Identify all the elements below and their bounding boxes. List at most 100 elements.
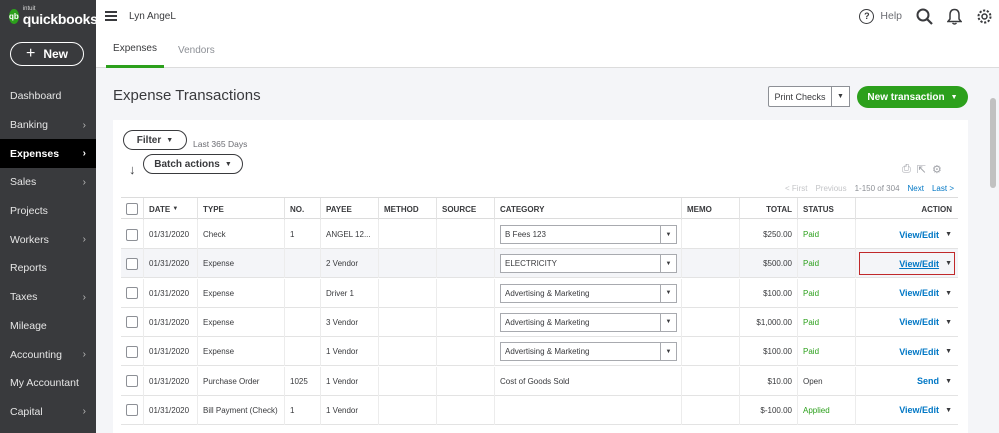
tab-expenses[interactable]: Expenses bbox=[106, 32, 164, 68]
page-scrollbar[interactable] bbox=[988, 68, 999, 433]
sidebar-item-projects[interactable]: Projects bbox=[0, 197, 96, 226]
cell-source bbox=[437, 220, 495, 249]
caret-down-icon[interactable]: ▼ bbox=[945, 290, 952, 297]
caret-down-icon[interactable]: ▼ bbox=[945, 378, 952, 385]
category-select[interactable]: Advertising & Marketing ▼ bbox=[500, 312, 677, 332]
caret-down-icon: ▼ bbox=[837, 93, 844, 100]
row-action-link[interactable]: View/Edit bbox=[899, 405, 939, 415]
caret-down-icon: ▼ bbox=[224, 160, 232, 168]
sidebar-item-capital[interactable]: Capital › bbox=[0, 398, 96, 427]
row-action-link[interactable]: View/Edit bbox=[899, 317, 939, 327]
sidebar-item-sales[interactable]: Sales › bbox=[0, 168, 96, 197]
cell-no bbox=[285, 278, 321, 308]
cell-memo bbox=[682, 278, 740, 308]
row-checkbox[interactable] bbox=[126, 287, 138, 300]
cell-total: $-100.00 bbox=[740, 395, 798, 425]
new-button[interactable]: + New bbox=[10, 42, 84, 66]
caret-down-icon[interactable]: ▼ bbox=[945, 260, 952, 267]
table-row[interactable]: 01/31/2020 Expense 1 Vendor Advertising & M… bbox=[121, 337, 958, 367]
gear-icon[interactable] bbox=[976, 8, 993, 25]
category-select[interactable]: B Fees 123 ▼ bbox=[500, 225, 677, 244]
caret-down-icon[interactable]: ▼ bbox=[945, 348, 952, 355]
cell-status: Paid bbox=[798, 278, 856, 308]
sidebar-nav: Dashboard Banking › Expenses › Sales › Projects… bbox=[0, 82, 96, 426]
sidebar-item-expenses[interactable]: Expenses › bbox=[0, 139, 96, 169]
batch-actions-button[interactable]: Batch actions ▼ bbox=[143, 154, 243, 174]
pager-last[interactable]: Last > bbox=[932, 184, 954, 193]
caret-down-icon: ▼ bbox=[166, 136, 174, 144]
chevron-right-icon: › bbox=[82, 148, 86, 160]
header-type[interactable]: TYPE bbox=[198, 198, 285, 220]
category-select[interactable]: Advertising & Marketing ▼ bbox=[500, 342, 677, 362]
row-action-link[interactable]: View/Edit bbox=[899, 347, 939, 357]
row-checkbox[interactable] bbox=[126, 228, 138, 241]
sidebar-item-taxes[interactable]: Taxes › bbox=[0, 283, 96, 312]
sidebar-item-banking[interactable]: Banking › bbox=[0, 111, 96, 140]
cell-memo bbox=[682, 249, 740, 279]
header-method[interactable]: METHOD bbox=[379, 198, 437, 220]
row-checkbox[interactable] bbox=[126, 375, 138, 387]
table-row[interactable]: 01/31/2020 Purchase Order 1025 1 Vendor Cost… bbox=[121, 366, 958, 396]
cell-payee: 1 Vendor bbox=[321, 395, 379, 425]
cell-action: View/Edit ▼ bbox=[856, 308, 958, 337]
search-icon[interactable] bbox=[916, 8, 933, 25]
new-transaction-button[interactable]: New transaction ▼ bbox=[857, 86, 968, 108]
row-checkbox[interactable] bbox=[126, 404, 138, 417]
sidebar-item-workers[interactable]: Workers › bbox=[0, 225, 96, 254]
caret-down-icon[interactable]: ▼ bbox=[945, 231, 952, 238]
tab-vendors[interactable]: Vendors bbox=[178, 32, 215, 68]
header-status[interactable]: STATUS bbox=[798, 198, 856, 220]
print-icon[interactable]: ⎙ bbox=[902, 163, 911, 176]
pager-next[interactable]: Next bbox=[908, 184, 924, 193]
sort-desc-icon: ▼ bbox=[172, 206, 179, 212]
chevron-right-icon: › bbox=[82, 406, 86, 418]
quickbooks-logo[interactable]: qb intuit quickbooks bbox=[0, 0, 98, 32]
select-all-checkbox[interactable] bbox=[126, 203, 138, 215]
header-date[interactable]: DATE ▼ bbox=[144, 198, 198, 220]
header-no[interactable]: NO. bbox=[285, 198, 321, 220]
category-select[interactable]: ELECTRICITY ▼ bbox=[500, 254, 677, 274]
filter-button[interactable]: Filter ▼ bbox=[123, 130, 187, 150]
header-payee[interactable]: PAYEE bbox=[321, 198, 379, 220]
scrollbar-thumb[interactable] bbox=[990, 98, 996, 188]
header-source[interactable]: SOURCE bbox=[437, 198, 495, 220]
category-select[interactable]: Advertising & Marketing ▼ bbox=[500, 283, 677, 303]
row-checkbox[interactable] bbox=[126, 316, 138, 329]
table-row[interactable]: 01/31/2020 Bill Payment (Check) 1 1 Vendor $… bbox=[121, 395, 958, 425]
row-action-link[interactable]: Send bbox=[917, 376, 939, 386]
table-row[interactable]: 01/31/2020 Check 1 ANGEL 12... B Fees 123 ▼ $2… bbox=[121, 220, 958, 249]
sidebar-item-reports[interactable]: Reports bbox=[0, 254, 96, 283]
header-memo[interactable]: MEMO bbox=[682, 198, 740, 220]
sort-arrow-icon[interactable]: ↓ bbox=[129, 162, 136, 177]
row-action-link[interactable]: View/Edit bbox=[899, 288, 939, 298]
table-row[interactable]: 01/31/2020 Expense 3 Vendor Advertising & M… bbox=[121, 307, 958, 337]
row-action-link[interactable]: View/Edit bbox=[899, 230, 939, 240]
bell-icon[interactable] bbox=[947, 8, 962, 25]
export-icon[interactable]: ⇱ bbox=[917, 163, 926, 176]
caret-down-icon[interactable]: ▼ bbox=[945, 319, 952, 326]
new-transaction-label: New transaction bbox=[867, 91, 945, 103]
cell-status: Paid bbox=[798, 337, 856, 367]
print-checks-dropdown[interactable]: ▼ bbox=[832, 86, 850, 107]
pager-first[interactable]: < First bbox=[785, 184, 807, 193]
print-checks-button[interactable]: Print Checks bbox=[768, 86, 832, 107]
cell-payee: ANGEL 12... bbox=[321, 220, 379, 249]
hamburger-menu-icon[interactable] bbox=[105, 11, 117, 21]
row-checkbox[interactable] bbox=[126, 257, 138, 270]
row-action-link[interactable]: View/Edit bbox=[899, 259, 939, 269]
help-button[interactable]: ? Help bbox=[859, 8, 902, 24]
header-total[interactable]: TOTAL bbox=[740, 198, 798, 220]
sidebar-item-accounting[interactable]: Accounting › bbox=[0, 340, 96, 369]
sidebar-item-mileage[interactable]: Mileage bbox=[0, 312, 96, 341]
cell-source bbox=[437, 337, 495, 367]
settings-gear-icon[interactable]: ⚙ bbox=[932, 163, 942, 176]
table-row[interactable]: 01/31/2020 Expense 2 Vendor ELECTRICITY ▼ $50… bbox=[121, 249, 958, 279]
sidebar-item-my-accountant[interactable]: My Accountant bbox=[0, 369, 96, 398]
caret-down-icon[interactable]: ▼ bbox=[945, 407, 952, 414]
sidebar-item-dashboard[interactable]: Dashboard bbox=[0, 82, 96, 111]
pager-previous[interactable]: Previous bbox=[815, 184, 846, 193]
filter-summary: Last 365 Days bbox=[193, 139, 248, 149]
header-category[interactable]: CATEGORY bbox=[495, 198, 682, 220]
table-row[interactable]: 01/31/2020 Expense Driver 1 Advertising & M… bbox=[121, 278, 958, 308]
row-checkbox[interactable] bbox=[126, 345, 138, 358]
